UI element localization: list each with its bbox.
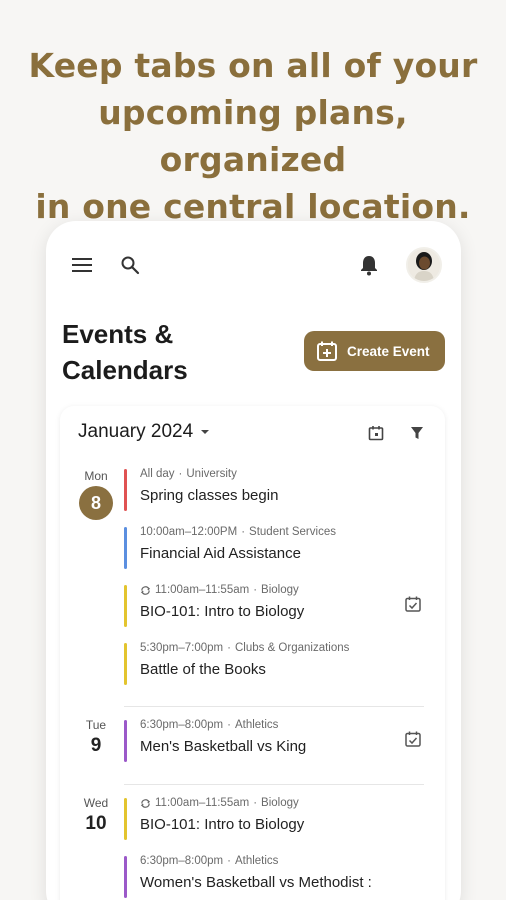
recurring-icon	[140, 798, 151, 808]
notification-bell-icon	[361, 256, 377, 276]
event-time: 11:00am–11:55am	[155, 797, 250, 809]
calendar-today-icon	[368, 426, 384, 441]
event-category: Athletics	[234, 855, 279, 867]
add-to-calendar-button[interactable]	[404, 595, 424, 615]
user-avatar[interactable]	[406, 247, 442, 283]
event-meta: 6:30pm–8:00pm · Athletics	[140, 719, 278, 731]
filter-button[interactable]	[406, 422, 428, 444]
page-title-line-1: Events &	[62, 319, 174, 349]
page-title: Events & Calendars	[62, 316, 232, 388]
event-category: Athletics	[234, 719, 279, 731]
event-item[interactable]: 5:30pm–7:00pm · Clubs & Organizations Ba…	[124, 641, 424, 689]
event-time: All day	[140, 468, 175, 480]
event-title: Spring classes begin	[140, 487, 279, 504]
event-color-bar	[124, 856, 127, 898]
search-icon	[121, 256, 140, 275]
event-color-bar	[124, 527, 127, 569]
day-of-week: Mon	[84, 469, 108, 483]
event-time: 6:30pm–8:00pm	[140, 855, 224, 867]
separator-dot: ·	[178, 468, 183, 480]
create-event-label: Create Event	[347, 343, 430, 359]
page-title-line-2: Calendars	[62, 355, 188, 385]
separator-dot: ·	[253, 584, 258, 596]
event-title: Women's Basketball vs Methodist :	[140, 874, 372, 891]
app-bar	[46, 221, 461, 311]
day-divider	[124, 706, 424, 707]
today-button[interactable]	[365, 422, 387, 444]
event-item[interactable]: All day · University Spring classes begi…	[124, 467, 424, 515]
calendar-check-icon	[405, 596, 421, 612]
event-meta: 11:00am–11:55am · Biology	[140, 584, 299, 596]
month-selector[interactable]: January 2024	[78, 421, 211, 443]
event-item[interactable]: 11:00am–11:55am · Biology BIO-101: Intro…	[124, 796, 424, 844]
month-label: January 2024	[78, 421, 194, 442]
event-category: Student Services	[249, 526, 336, 538]
calendar-add-icon	[317, 341, 337, 361]
avatar-portrait-icon	[408, 249, 440, 281]
notifications-button[interactable]	[355, 251, 383, 279]
event-time: 10:00am–12:00PM	[140, 526, 238, 538]
day-label: Wed 10	[78, 796, 114, 835]
day-label: Tue 9	[78, 718, 114, 757]
day-of-week: Wed	[83, 796, 109, 810]
separator-dot: ·	[241, 526, 246, 538]
event-title: BIO-101: Intro to Biology	[140, 816, 305, 833]
headline-line-2: upcoming plans, organized	[98, 93, 408, 179]
add-to-calendar-button[interactable]	[404, 730, 424, 750]
event-category: Clubs & Organizations	[234, 642, 350, 654]
event-title: BIO-101: Intro to Biology	[140, 603, 305, 620]
event-category: Biology	[261, 797, 299, 809]
event-meta: 11:00am–11:55am · Biology	[140, 797, 299, 809]
event-meta: 5:30pm–7:00pm · Clubs & Organizations	[140, 642, 349, 654]
filter-icon	[411, 427, 423, 439]
separator-dot: ·	[227, 719, 231, 731]
event-item[interactable]: 6:30pm–8:00pm · Athletics Women's Basket…	[124, 854, 424, 900]
day-number: 9	[90, 735, 102, 756]
event-meta: 6:30pm–8:00pm · Athletics	[140, 855, 278, 867]
event-color-bar	[124, 469, 127, 511]
headline: Keep tabs on all of your upcoming plans,…	[0, 42, 506, 230]
event-item[interactable]: 6:30pm–8:00pm · Athletics Men's Basketba…	[124, 718, 424, 766]
event-item[interactable]: 10:00am–12:00PM · Student Services Finan…	[124, 525, 424, 573]
hamburger-menu-icon	[72, 258, 92, 272]
event-title: Battle of the Books	[140, 661, 266, 678]
phone-screen: Events & Calendars Create Event January …	[46, 221, 461, 900]
event-color-bar	[124, 798, 127, 840]
event-meta: 10:00am–12:00PM · Student Services	[140, 526, 336, 538]
calendar-card: January 2024 Mon 8 All day · University …	[60, 406, 445, 900]
event-item[interactable]: 11:00am–11:55am · Biology BIO-101: Intro…	[124, 583, 424, 631]
event-category: University	[186, 468, 237, 480]
event-title: Men's Basketball vs King	[140, 738, 307, 755]
event-category: Biology	[261, 584, 299, 596]
day-number-selected: 8	[79, 486, 113, 520]
event-color-bar	[124, 720, 127, 762]
event-time: 11:00am–11:55am	[155, 584, 250, 596]
dropdown-arrow-icon	[201, 430, 210, 434]
event-title: Financial Aid Assistance	[140, 545, 301, 562]
day-number: 10	[85, 813, 107, 834]
recurring-icon	[140, 585, 151, 595]
day-divider	[124, 784, 424, 785]
headline-line-1: Keep tabs on all of your	[28, 46, 478, 85]
search-button[interactable]	[116, 251, 144, 279]
create-event-button[interactable]: Create Event	[304, 331, 445, 371]
day-of-week: Tue	[85, 718, 107, 732]
event-meta: All day · University	[140, 468, 237, 480]
separator-dot: ·	[227, 642, 231, 654]
day-label: Mon 8	[78, 469, 114, 520]
separator-dot: ·	[253, 797, 258, 809]
event-color-bar	[124, 585, 127, 627]
event-color-bar	[124, 643, 127, 685]
calendar-check-icon	[405, 731, 421, 747]
menu-button[interactable]	[66, 251, 98, 279]
event-time: 6:30pm–8:00pm	[140, 719, 224, 731]
separator-dot: ·	[227, 855, 231, 867]
event-time: 5:30pm–7:00pm	[140, 642, 224, 654]
